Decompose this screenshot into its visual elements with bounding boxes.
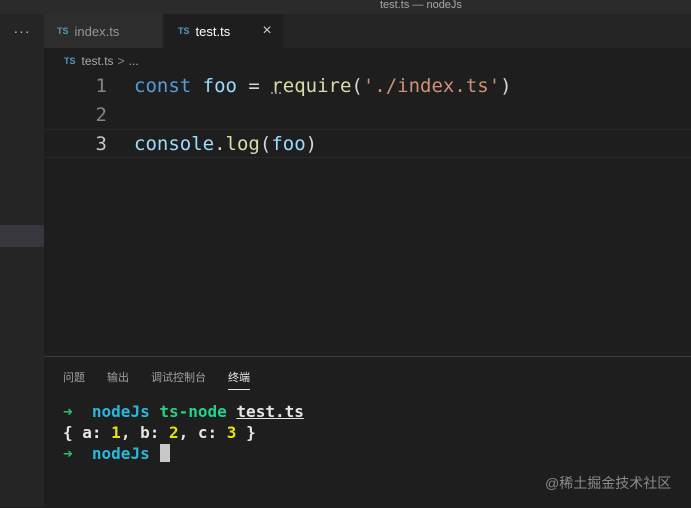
function-token: log bbox=[225, 133, 260, 155]
breadcrumb-file[interactable]: test.ts bbox=[82, 54, 114, 68]
output-text: } bbox=[236, 423, 256, 442]
tab-label: index.ts bbox=[74, 23, 120, 39]
code-line-content: const foo = require('./index.ts') bbox=[134, 72, 512, 101]
code-line: 1 const foo = require('./index.ts') bbox=[44, 72, 691, 101]
function-token-hint: r bbox=[271, 75, 283, 97]
code-editor[interactable]: 1 const foo = require('./index.ts') 2 3 … bbox=[44, 72, 691, 356]
line-number: 2 bbox=[95, 104, 107, 126]
more-actions-icon[interactable]: ··· bbox=[0, 14, 44, 48]
watermark: @稀土掘金技术社区 bbox=[545, 475, 672, 491]
prompt-directory: nodeJs bbox=[91, 402, 150, 421]
paren-token: ( bbox=[351, 75, 363, 97]
output-key: b: bbox=[140, 423, 169, 442]
code-line-active: 3 console.log(foo) bbox=[44, 129, 691, 158]
activity-bar: ··· bbox=[0, 14, 44, 507]
terminal-output-line: { a: 1, b: 2, c: 3 } bbox=[63, 422, 304, 443]
output-number: 3 bbox=[226, 423, 237, 442]
output-text: { bbox=[63, 423, 83, 442]
close-icon[interactable]: × bbox=[259, 23, 275, 39]
terminal-line: ➜ nodeJs bbox=[63, 443, 304, 464]
window-titlebar: test.ts — nodeJs bbox=[0, 0, 691, 14]
tab-test-ts[interactable]: TS test.ts × bbox=[164, 14, 283, 48]
paren-token: ) bbox=[305, 133, 318, 155]
tab-terminal[interactable]: 终端 bbox=[228, 369, 250, 390]
activity-bar-selected-item[interactable] bbox=[0, 225, 44, 247]
output-text: , bbox=[178, 423, 198, 442]
string-token: './index.ts' bbox=[362, 75, 501, 97]
typescript-file-icon: TS bbox=[64, 56, 76, 66]
terminal-line: ➜ nodeJs ts-node test.ts bbox=[63, 401, 304, 422]
code-line-content: console.log(foo) bbox=[134, 130, 317, 159]
terminal-command: ts-node bbox=[159, 402, 227, 421]
tab-debug-console[interactable]: 调试控制台 bbox=[151, 369, 206, 389]
typescript-file-icon: TS bbox=[57, 26, 69, 36]
code-line: 2 bbox=[44, 101, 691, 130]
breadcrumb: TS test.ts > ... bbox=[64, 50, 139, 72]
dot-token: . bbox=[214, 133, 226, 155]
object-token: console bbox=[134, 133, 215, 155]
function-token: equire bbox=[282, 75, 352, 97]
paren-token: ( bbox=[259, 133, 272, 155]
prompt-arrow-icon: ➜ bbox=[63, 402, 73, 421]
variable-token: foo bbox=[271, 133, 306, 155]
tab-problems[interactable]: 问题 bbox=[63, 369, 85, 389]
tab-label: test.ts bbox=[195, 23, 231, 39]
line-number: 1 bbox=[95, 75, 107, 97]
output-key: a: bbox=[82, 423, 112, 442]
output-number: 1 bbox=[111, 423, 121, 442]
editor-tab-bar: TS index.ts TS test.ts × bbox=[44, 14, 691, 48]
tab-index-ts[interactable]: TS index.ts bbox=[44, 14, 163, 48]
terminal[interactable]: ➜ nodeJs ts-node test.ts { a: 1, b: 2, c… bbox=[63, 401, 304, 464]
window-title: test.ts — nodeJs bbox=[380, 0, 462, 11]
panel-tabs: 问题 输出 调试控制台 终端 bbox=[63, 369, 272, 390]
output-text: , bbox=[120, 423, 141, 442]
terminal-command-file: test.ts bbox=[236, 402, 304, 421]
typescript-file-icon: TS bbox=[178, 26, 190, 36]
prompt-arrow-icon: ➜ bbox=[63, 444, 73, 463]
output-key: c: bbox=[197, 423, 227, 442]
operator-token: = bbox=[236, 75, 272, 97]
line-number: 3 bbox=[95, 133, 107, 155]
chevron-right-icon: > bbox=[117, 54, 125, 68]
paren-token: ) bbox=[500, 75, 512, 97]
terminal-cursor bbox=[159, 444, 170, 462]
breadcrumb-more[interactable]: ... bbox=[129, 54, 139, 68]
prompt-directory: nodeJs bbox=[91, 444, 150, 463]
tab-output[interactable]: 输出 bbox=[107, 369, 129, 389]
variable-token: foo bbox=[202, 75, 237, 97]
output-number: 2 bbox=[168, 423, 179, 442]
keyword-token: const bbox=[134, 75, 192, 97]
